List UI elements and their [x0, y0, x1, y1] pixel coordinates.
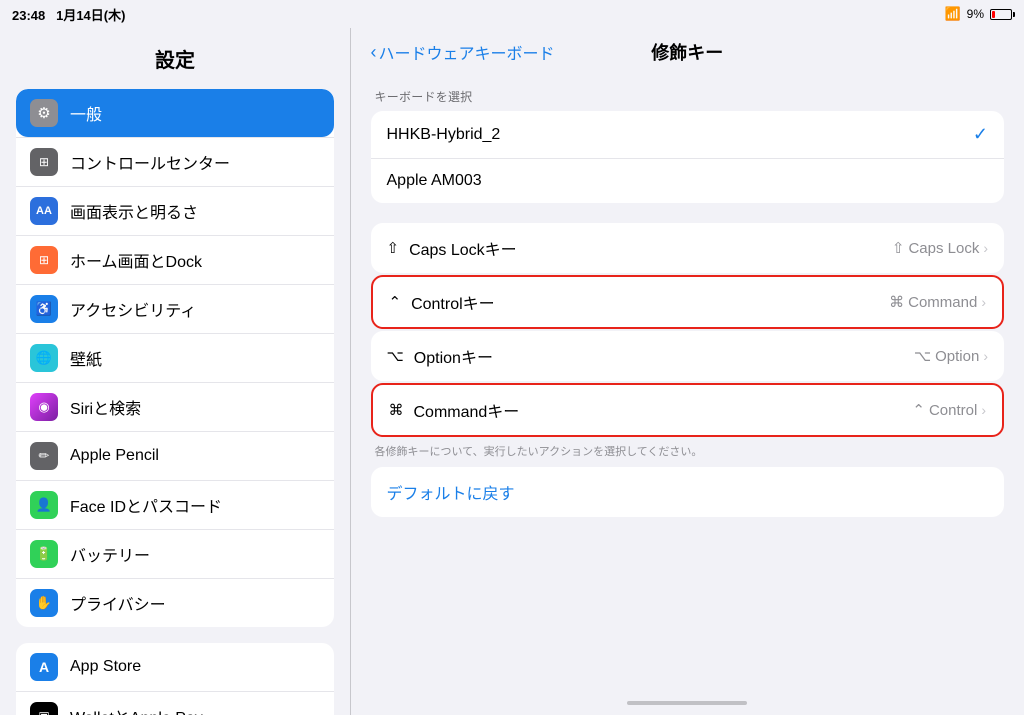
sidebar-section-2: A App Store ▣ WalletとApple Pay [16, 643, 334, 715]
sidebar-item-general[interactable]: ⚙ 一般 [16, 89, 334, 137]
accessibility-icon: ♿ [30, 295, 58, 323]
command-value: ⌃ Control › [912, 401, 986, 419]
battery-percent: 9% [967, 7, 984, 21]
sidebar-item-faceid[interactable]: 👤 Face IDとパスコード [16, 480, 334, 529]
control-chevron: › [981, 294, 986, 310]
sidebar: 設定 ⚙ 一般 ⊞ コントロールセンター AA 画面表示と明るさ ⊞ ホーム画面… [0, 28, 350, 715]
sidebar-label-wallpaper: 壁紙 [70, 346, 102, 370]
modifier-row-command[interactable]: ⌘ Commandキー ⌃ Control › [373, 385, 1003, 435]
pencil-icon: ✏ [30, 442, 58, 470]
sidebar-section-1: ⚙ 一般 ⊞ コントロールセンター AA 画面表示と明るさ ⊞ ホーム画面とDo… [16, 89, 334, 627]
back-button[interactable]: ‹ ハードウェアキーボード [371, 40, 555, 64]
sidebar-label-appstore: App Store [70, 658, 141, 676]
keyboard-section-label: キーボードを選択 [371, 88, 1005, 111]
back-label: ハードウェアキーボード [379, 40, 555, 64]
hint-text: 各修飾キーについて、実行したいアクションを選択してください。 [371, 441, 1005, 467]
modifier-card-caps-lock: ⇧ Caps Lockキー ⇧ Caps Lock › [371, 223, 1005, 273]
sidebar-item-home[interactable]: ⊞ ホーム画面とDock [16, 235, 334, 284]
control-symbol: ⌃ [389, 293, 402, 311]
sidebar-item-wallpaper[interactable]: 🌐 壁紙 [16, 333, 334, 382]
sidebar-label-pencil: Apple Pencil [70, 447, 159, 465]
sidebar-label-display: 画面表示と明るさ [70, 199, 198, 223]
back-chevron-icon: ‹ [371, 42, 377, 63]
command-current-symbol: ⌃ [912, 401, 925, 419]
caps-lock-label: ⇧ Caps Lockキー [387, 236, 517, 260]
sidebar-title: 設定 [0, 36, 350, 89]
sidebar-label-control-center: コントロールセンター [70, 150, 230, 174]
option-label: ⌥ Optionキー [387, 344, 493, 368]
main-layout: 設定 ⚙ 一般 ⊞ コントロールセンター AA 画面表示と明るさ ⊞ ホーム画面… [0, 28, 1024, 715]
battery-sidebar-icon: 🔋 [30, 540, 58, 568]
control-current-symbol: ⌘ [889, 293, 904, 311]
modifier-card-option: ⌥ Optionキー ⌥ Option › [371, 331, 1005, 381]
checkmark-icon: ✓ [973, 124, 988, 145]
appstore-icon: A [30, 653, 58, 681]
modifier-row-caps-lock[interactable]: ⇧ Caps Lockキー ⇧ Caps Lock › [371, 223, 1005, 273]
sidebar-item-pencil[interactable]: ✏ Apple Pencil [16, 431, 334, 480]
modifier-row-option[interactable]: ⌥ Optionキー ⌥ Option › [371, 331, 1005, 381]
sidebar-item-battery[interactable]: 🔋 バッテリー [16, 529, 334, 578]
sidebar-label-general: 一般 [70, 101, 102, 125]
modifier-card-control: ⌃ Controlキー ⌘ Command › [371, 275, 1005, 329]
sidebar-label-privacy: プライバシー [70, 591, 166, 615]
option-value: ⌥ Option › [914, 347, 988, 365]
general-icon: ⚙ [30, 99, 58, 127]
wifi-icon: 📶 [944, 6, 960, 22]
sidebar-label-faceid: Face IDとパスコード [70, 493, 222, 517]
caps-lock-value: ⇧ Caps Lock › [892, 239, 988, 257]
sidebar-item-appstore[interactable]: A App Store [16, 643, 334, 691]
nav-header: ‹ ハードウェアキーボード 修飾キー [351, 28, 1024, 72]
home-icon: ⊞ [30, 246, 58, 274]
option-symbol: ⌥ [387, 347, 404, 365]
battery-icon [990, 9, 1012, 20]
control-center-icon: ⊞ [30, 148, 58, 176]
option-current-symbol: ⌥ [914, 347, 931, 365]
keyboard-row-hhkb[interactable]: HHKB-Hybrid_2 ✓ [371, 111, 1005, 158]
modifier-row-control[interactable]: ⌃ Controlキー ⌘ Command › [373, 277, 1003, 327]
sidebar-label-battery: バッテリー [70, 542, 150, 566]
default-button-card[interactable]: デフォルトに戻す [371, 467, 1005, 517]
sidebar-label-home: ホーム画面とDock [70, 248, 202, 272]
command-symbol: ⌘ [389, 401, 404, 419]
option-chevron: › [983, 348, 988, 364]
sidebar-item-siri[interactable]: ◉ Siriと検索 [16, 382, 334, 431]
default-button-label: デフォルトに戻す [387, 486, 515, 503]
caps-lock-symbol: ⇧ [387, 239, 400, 257]
modifier-card-command: ⌘ Commandキー ⌃ Control › [371, 383, 1005, 437]
sidebar-item-control-center[interactable]: ⊞ コントロールセンター [16, 137, 334, 186]
modifier-keys-section: ⇧ Caps Lockキー ⇧ Caps Lock › [371, 223, 1005, 437]
content-area: ‹ ハードウェアキーボード 修飾キー キーボードを選択 HHKB-Hybrid_… [351, 28, 1024, 715]
caps-lock-current-symbol: ⇧ [892, 239, 905, 257]
sidebar-item-wallet[interactable]: ▣ WalletとApple Pay [16, 691, 334, 715]
home-indicator [351, 695, 1024, 715]
status-indicators: 📶 9% [944, 6, 1012, 22]
content-body: キーボードを選択 HHKB-Hybrid_2 ✓ Apple AM003 [351, 72, 1024, 695]
caps-lock-chevron: › [983, 240, 988, 256]
sidebar-label-siri: Siriと検索 [70, 395, 141, 419]
sidebar-label-wallet: WalletとApple Pay [70, 704, 203, 715]
control-label: ⌃ Controlキー [389, 290, 495, 314]
wallpaper-icon: 🌐 [30, 344, 58, 372]
home-bar [627, 701, 747, 705]
sidebar-label-accessibility: アクセシビリティ [70, 297, 196, 321]
sidebar-item-accessibility[interactable]: ♿ アクセシビリティ [16, 284, 334, 333]
siri-icon: ◉ [30, 393, 58, 421]
faceid-icon: 👤 [30, 491, 58, 519]
sidebar-item-display[interactable]: AA 画面表示と明るさ [16, 186, 334, 235]
page-title: 修飾キー [651, 43, 723, 63]
keyboard-hhkb-check: ✓ [973, 124, 988, 145]
display-icon: AA [30, 197, 58, 225]
keyboard-name-apple: Apple AM003 [387, 172, 482, 190]
privacy-icon: ✋ [30, 589, 58, 617]
keyboard-row-apple[interactable]: Apple AM003 [371, 158, 1005, 203]
keyboard-selection-card: HHKB-Hybrid_2 ✓ Apple AM003 [371, 111, 1005, 203]
status-bar: 23:48 1月14日(木) 📶 9% [0, 0, 1024, 28]
keyboard-name-hhkb: HHKB-Hybrid_2 [387, 126, 501, 144]
wallet-icon: ▣ [30, 702, 58, 715]
command-label: ⌘ Commandキー [389, 398, 520, 422]
sidebar-item-privacy[interactable]: ✋ プライバシー [16, 578, 334, 627]
status-time: 23:48 1月14日(木) [12, 5, 125, 24]
control-value: ⌘ Command › [889, 293, 986, 311]
command-chevron: › [981, 402, 986, 418]
